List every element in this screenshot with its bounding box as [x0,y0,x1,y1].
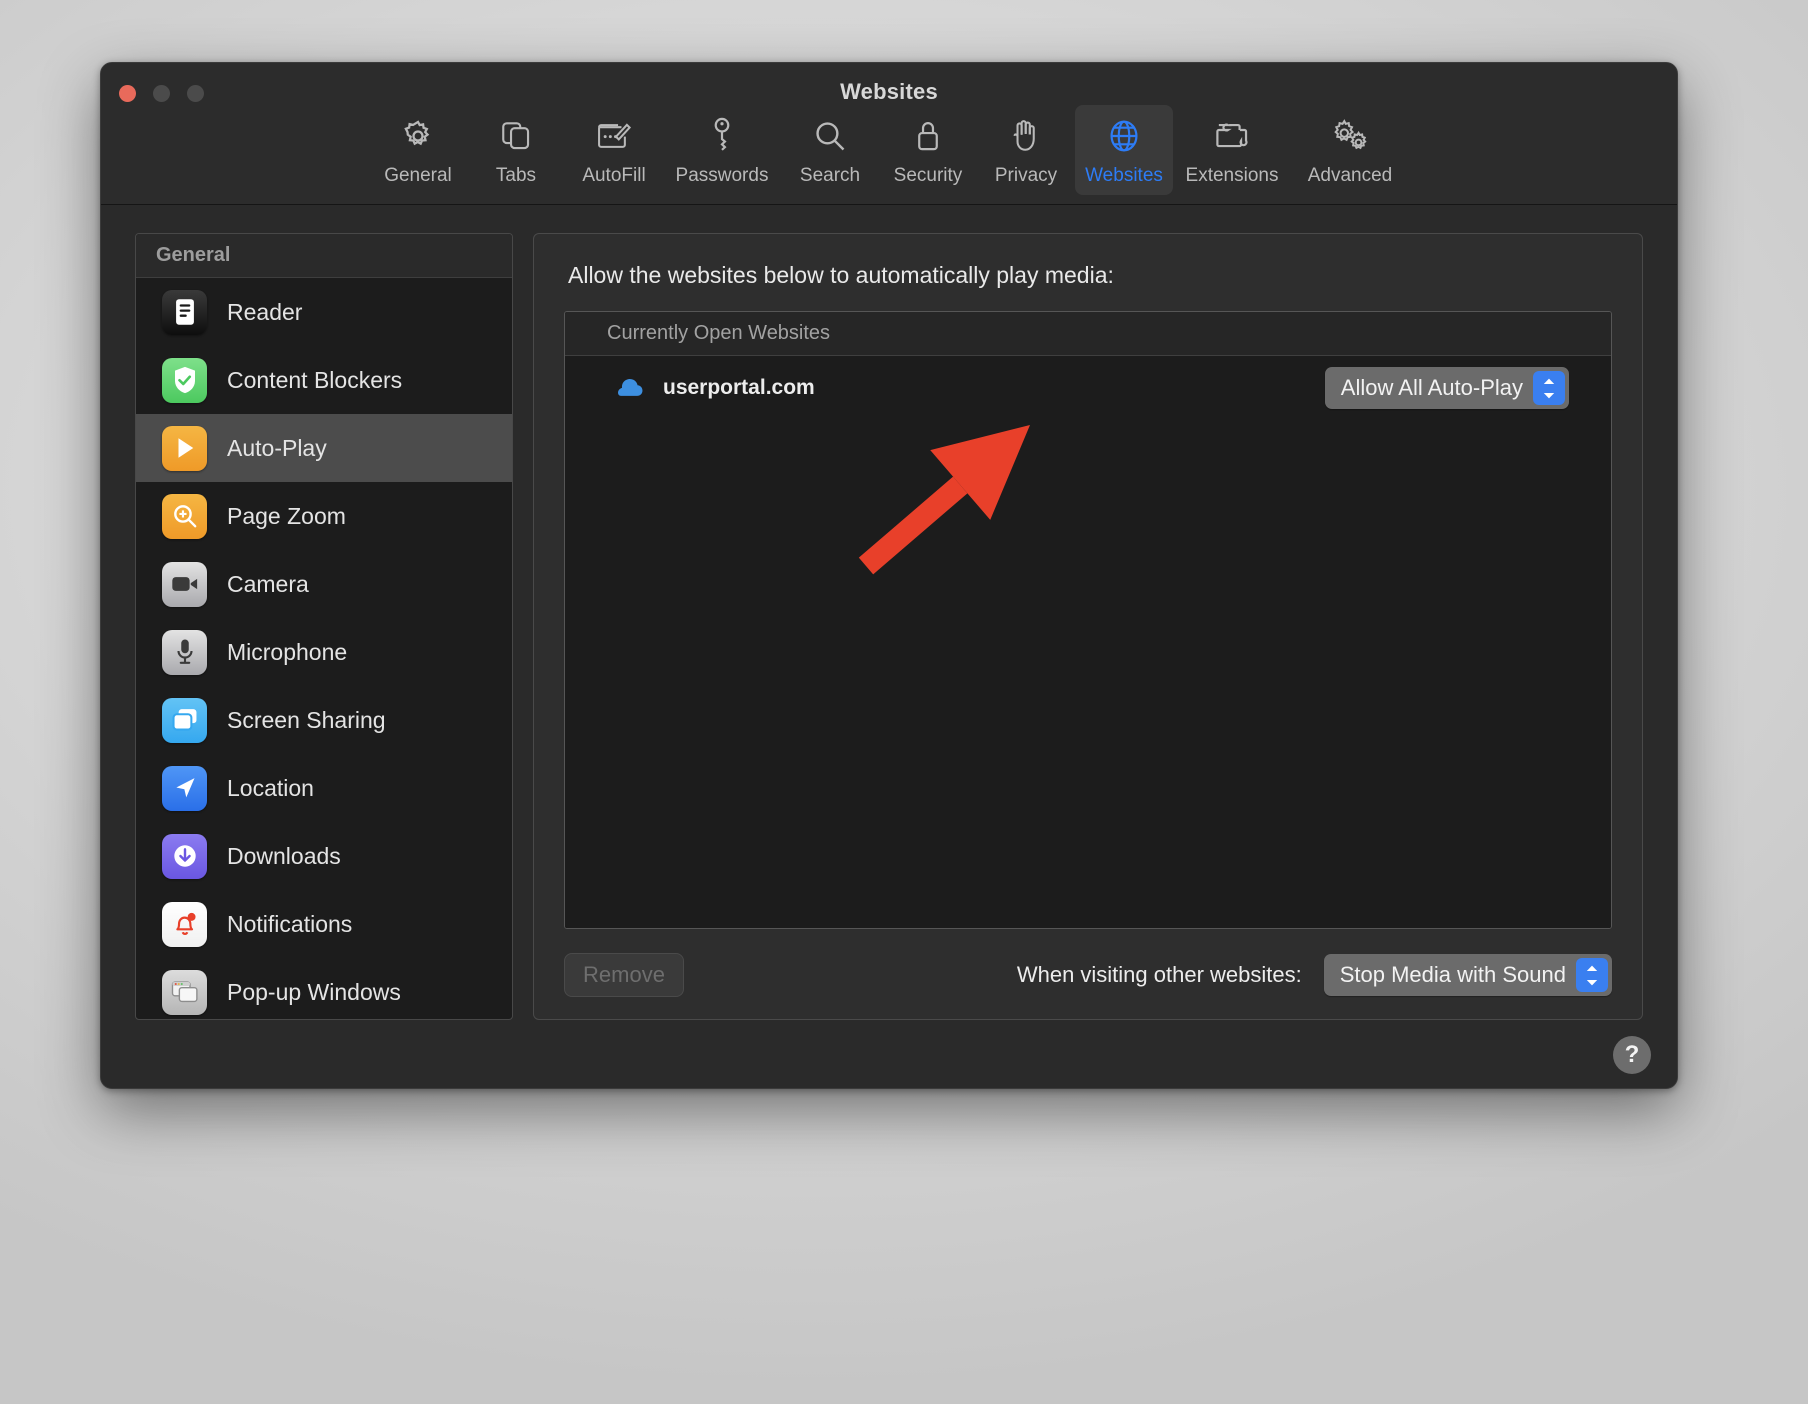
site-name: userportal.com [663,376,1307,400]
remove-button[interactable]: Remove [564,953,684,997]
sidebar-item-downloads[interactable]: Downloads [136,822,512,890]
toolbar-tab-label: General [384,165,452,187]
microphone-icon [162,630,207,675]
sidebar-item-reader[interactable]: Reader [136,278,512,346]
location-arrow-icon [162,766,207,811]
sidebar-item-label: Reader [227,299,302,326]
search-icon [808,115,852,157]
sidebar-item-location[interactable]: Location [136,754,512,822]
auto-play-settings-panel: Allow the websites below to automaticall… [533,233,1643,1020]
chevron-updown-icon [1576,958,1608,992]
sidebar-item-content-blockers[interactable]: Content Blockers [136,346,512,414]
other-websites-dropdown[interactable]: Stop Media with Sound [1324,954,1612,996]
play-icon [162,426,207,471]
sidebar-item-screen-sharing[interactable]: Screen Sharing [136,686,512,754]
panel-description: Allow the websites below to automaticall… [568,262,1612,289]
sidebar-item-label: Downloads [227,843,341,870]
tabs-icon [494,115,538,157]
sidebar-list: Reader Content Blockers [136,278,512,1020]
other-websites-value: Stop Media with Sound [1340,962,1566,988]
other-websites-label: When visiting other websites: [1017,962,1302,988]
toolbar-tab-search[interactable]: Search [781,105,879,195]
sidebar-item-label: Location [227,775,314,802]
toolbar-tab-extensions[interactable]: Extensions [1173,105,1291,195]
sidebar-item-label: Camera [227,571,309,598]
toolbar-tab-label: Passwords [676,165,769,187]
toolbar-tab-passwords[interactable]: Passwords [663,105,781,195]
sidebar-item-label: Screen Sharing [227,707,386,734]
toolbar-tab-websites[interactable]: Websites [1075,105,1173,195]
toolbar-tab-tabs[interactable]: Tabs [467,105,565,195]
sidebar-item-notifications[interactable]: Notifications [136,890,512,958]
toolbar-tab-general[interactable]: General [369,105,467,195]
sidebar-item-label: Microphone [227,639,347,666]
sidebar-item-label: Pop-up Windows [227,979,401,1006]
magnifier-plus-icon [162,494,207,539]
hand-icon [1004,115,1048,157]
key-icon [700,115,744,157]
toolbar-tab-label: Privacy [995,165,1057,187]
table-body: userportal.com Allow All Auto-Play [565,356,1611,928]
panel-footer: Remove When visiting other websites: Sto… [564,949,1612,1001]
screen-sharing-icon [162,698,207,743]
sidebar-item-auto-play[interactable]: Auto-Play [136,414,512,482]
window-title: Websites [101,79,1677,105]
toolbar-tab-label: Advanced [1308,165,1393,187]
download-icon [162,834,207,879]
gear-icon [396,115,440,157]
sidebar-section-header: General [136,234,512,278]
toolbar-tab-label: Security [894,165,963,187]
gears-icon [1328,115,1372,157]
sidebar-item-label: Notifications [227,911,352,938]
sidebar-item-popup-windows[interactable]: Pop-up Windows [136,958,512,1020]
toolbar-tab-advanced[interactable]: Advanced [1291,105,1409,195]
preferences-toolbar: General Tabs [101,105,1677,195]
toolbar-tab-label: Tabs [496,165,536,187]
bell-icon [162,902,207,947]
toolbar-tab-privacy[interactable]: Privacy [977,105,1075,195]
help-button[interactable]: ? [1613,1036,1651,1074]
sidebar-item-label: Content Blockers [227,367,402,394]
preferences-window: Websites General Tabs [100,62,1678,1089]
sidebar-item-microphone[interactable]: Microphone [136,618,512,686]
camera-icon [162,562,207,607]
shield-check-icon [162,358,207,403]
chevron-updown-icon [1533,371,1565,405]
sidebar-item-label: Auto-Play [227,435,327,462]
popup-windows-icon [162,970,207,1015]
websites-sidebar: General Reader [135,233,513,1020]
toolbar-tab-label: Extensions [1186,165,1279,187]
toolbar-tab-security[interactable]: Security [879,105,977,195]
toolbar-tab-label: Search [800,165,860,187]
auto-play-setting-value: Allow All Auto-Play [1341,375,1523,401]
puzzle-icon [1210,115,1254,157]
table-row[interactable]: userportal.com Allow All Auto-Play [565,356,1611,420]
websites-table: Currently Open Websites userportal.com A… [564,311,1612,929]
globe-icon [1102,115,1146,157]
auto-play-setting-dropdown[interactable]: Allow All Auto-Play [1325,367,1569,409]
toolbar-tab-autofill[interactable]: AutoFill [565,105,663,195]
cloud-icon [615,377,645,399]
toolbar-tab-label: AutoFill [582,165,645,187]
sidebar-item-label: Page Zoom [227,503,346,530]
lock-icon [906,115,950,157]
toolbar-tab-label: Websites [1085,165,1163,187]
table-section-header: Currently Open Websites [565,312,1611,356]
preferences-content: General Reader [101,205,1677,1089]
autofill-icon [592,115,636,157]
sidebar-item-camera[interactable]: Camera [136,550,512,618]
window-titlebar: Websites General Tabs [101,63,1677,205]
reader-icon [162,290,207,335]
sidebar-item-page-zoom[interactable]: Page Zoom [136,482,512,550]
